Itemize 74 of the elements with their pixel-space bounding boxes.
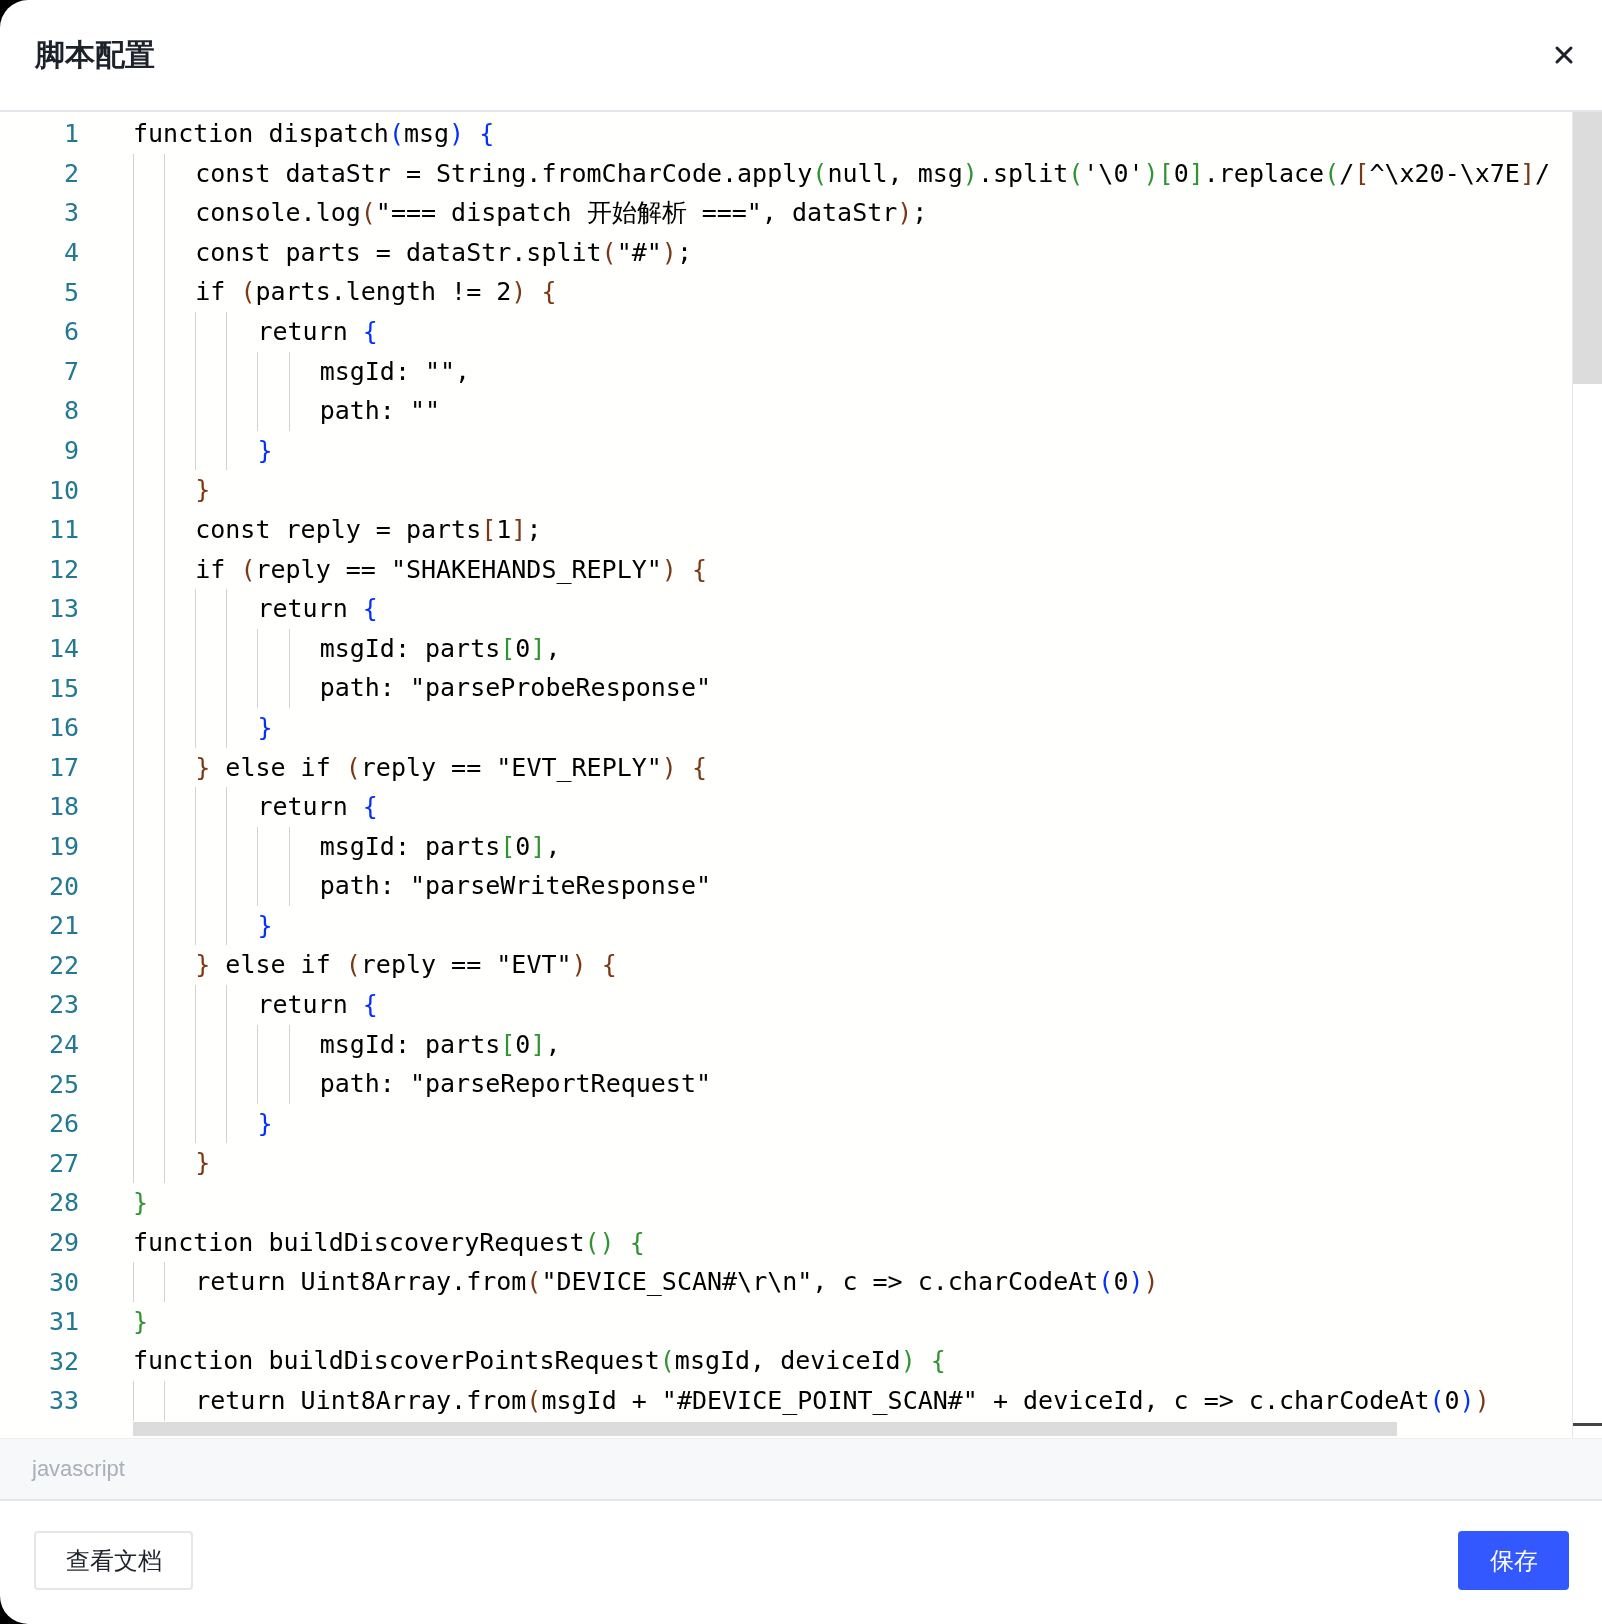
line-number: 5 (62, 277, 79, 307)
language-label: javascript (32, 1456, 125, 1482)
vertical-scrollbar[interactable] (1572, 112, 1602, 1438)
line-number: 13 (47, 594, 79, 624)
code-line: msgId: parts[0], (133, 628, 561, 669)
line-number: 19 (47, 832, 79, 861)
code-line: } (133, 430, 273, 471)
line-number: 9 (62, 436, 79, 466)
code-line: const reply = parts[1]; (133, 509, 542, 550)
line-number: 24 (47, 1029, 79, 1059)
line-number: 29 (47, 1227, 79, 1257)
line-number: 10 (47, 475, 79, 505)
code-line: } (133, 1187, 149, 1220)
code-line: } (133, 1103, 273, 1144)
line-number: 2 (62, 158, 79, 188)
line-number: 26 (47, 1109, 79, 1139)
docs-button[interactable]: 查看文档 (34, 1531, 193, 1590)
code-line: msgId: parts[0], (133, 1024, 561, 1065)
code-line: } (133, 1305, 149, 1338)
code-line: } else if (reply == "EVT_REPLY") { (133, 747, 708, 788)
code-line: } (133, 1143, 211, 1184)
code-line: msgId: "", (133, 351, 471, 392)
dialog-title: 脚本配置 (35, 36, 155, 73)
line-number: 31 (47, 1307, 79, 1337)
line-number: 25 (47, 1069, 79, 1099)
line-number: 16 (47, 713, 79, 743)
line-number: 4 (62, 238, 79, 268)
code-line: } (133, 707, 273, 748)
line-number: 20 (47, 871, 79, 901)
line-number: 28 (47, 1188, 79, 1218)
code-line: return Uint8Array.from(msgId + "#DEVICE_POINT_SCAN#" + deviceId, c => c.charCodeAt(0)) (133, 1381, 1490, 1421)
line-number: 27 (47, 1148, 79, 1178)
line-number: 1 (62, 119, 79, 149)
code-line: return { (133, 589, 378, 629)
code-line: return Uint8Array.from("DEVICE_SCAN#\r\n", c => c.charCodeAt(0)) (133, 1262, 1159, 1302)
code-line: path: "parseReportRequest" (133, 1064, 711, 1104)
code-line: return { (133, 311, 378, 352)
code-line: } (133, 470, 211, 510)
line-number: 32 (47, 1346, 79, 1376)
line-number: 21 (47, 911, 79, 941)
line-number: 12 (47, 554, 79, 584)
close-icon[interactable] (1554, 45, 1574, 65)
line-number: 14 (47, 634, 79, 663)
line-number: 11 (47, 515, 79, 545)
line-number: 7 (62, 356, 79, 386)
code-line: const dataStr = String.fromCharCode.apply(null, msg).split('\0')[0].replace(/[^\x20-\x7E]/ (133, 153, 1550, 194)
line-number: 17 (47, 752, 79, 782)
line-number: 30 (47, 1267, 79, 1297)
code-line: function dispatch(msg) { (133, 118, 495, 150)
code-line: if (reply == "SHAKEHANDS_REPLY") { (133, 549, 707, 590)
save-button[interactable]: 保存 (1458, 1531, 1569, 1590)
code-line: if (parts.length != 2) { (133, 272, 557, 312)
code-line: function buildDiscoverPointsRequest(msgId, deviceId) { (133, 1345, 946, 1378)
horizontal-scrollbar-thumb[interactable] (133, 1422, 1397, 1436)
code-line: return { (133, 985, 378, 1025)
line-number: 22 (47, 950, 79, 980)
scrollbar-thumb[interactable] (1573, 112, 1602, 384)
code-line: msgId: parts[0], (133, 826, 561, 867)
line-number: 6 (62, 317, 79, 347)
code-line: path: "parseWriteResponse" (133, 866, 711, 906)
line-number: 15 (47, 673, 79, 703)
code-line: console.log("=== dispatch 开始解析 ===", dataStr); (133, 193, 928, 233)
line-number: 23 (47, 990, 79, 1020)
line-number: 18 (47, 792, 79, 822)
line-number: 33 (47, 1386, 79, 1416)
code-line: path: "" (133, 391, 441, 431)
line-number: 8 (62, 396, 79, 426)
code-line: path: "parseProbeResponse" (133, 668, 711, 708)
code-line: function buildDiscoveryRequest() { (133, 1226, 645, 1259)
code-line: return { (133, 787, 378, 827)
code-line: } else if (reply == "EVT") { (133, 945, 617, 986)
line-number: 3 (62, 198, 79, 228)
code-line: } (133, 905, 273, 946)
code-line: const parts = dataStr.split("#"); (133, 232, 692, 273)
